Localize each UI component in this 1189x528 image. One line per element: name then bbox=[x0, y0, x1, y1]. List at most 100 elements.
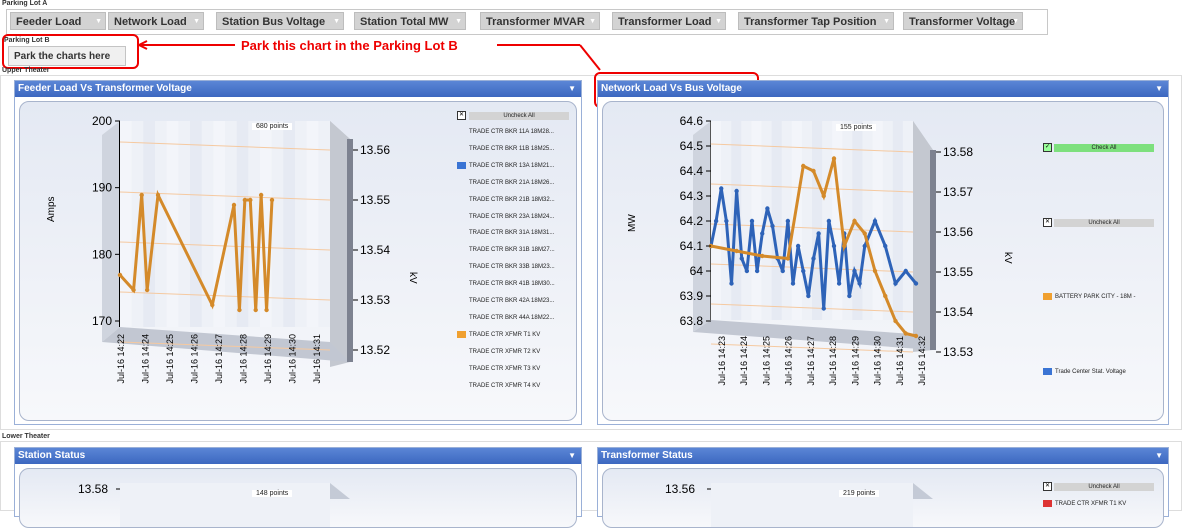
legend-item[interactable]: TRADE CTR XFMR T3 KV bbox=[457, 365, 540, 372]
data-point bbox=[724, 218, 729, 224]
legend-swatch bbox=[457, 330, 466, 338]
data-point bbox=[729, 281, 734, 286]
panel-title: Station Status bbox=[18, 450, 86, 461]
data-point bbox=[893, 281, 898, 286]
dropdown-arrow-icon[interactable]: ▼ bbox=[568, 81, 576, 97]
legend-label: TRADE CTR BKR 11B 18M25... bbox=[469, 145, 555, 152]
dropdown-arrow-icon[interactable]: ▼ bbox=[589, 13, 596, 31]
legend-item[interactable]: TRADE CTR BKR 21A 18M26... bbox=[457, 179, 554, 186]
legend-item[interactable]: TRADE CTR BKR 31B 18M27... bbox=[457, 246, 555, 253]
y-tick-label: 64.4 bbox=[680, 164, 704, 178]
legend-item[interactable]: TRADE CTR XFMR T1 KV bbox=[457, 330, 540, 338]
dropdown-arrow-icon[interactable]: ▼ bbox=[455, 13, 462, 31]
station-status-panel[interactable]: Station Status ▼ 13.58 148 points bbox=[14, 447, 582, 528]
y-tick-label: 170 bbox=[92, 314, 112, 328]
dropdown-arrow-icon[interactable]: ▼ bbox=[1155, 81, 1163, 97]
dropdown-arrow-icon[interactable]: ▼ bbox=[1012, 13, 1019, 31]
y-tick-label: 13.58 bbox=[78, 482, 109, 496]
dropdown-arrow-icon[interactable]: ▼ bbox=[568, 448, 576, 464]
data-point bbox=[785, 256, 791, 261]
y-axis-label-left: MW bbox=[627, 214, 638, 232]
panel-title: Transformer Status bbox=[601, 450, 693, 461]
data-point bbox=[883, 243, 888, 249]
legend-label: TRADE CTR BKR 11A 18M28... bbox=[469, 129, 554, 136]
data-point bbox=[258, 192, 264, 198]
legend-item[interactable]: BATTERY PARK CITY - 18M - bbox=[1043, 293, 1135, 300]
legend-swatch bbox=[457, 229, 466, 236]
uncheck-all-button[interactable]: Uncheck All bbox=[1054, 483, 1154, 491]
y2-tick-label: 13.55 bbox=[360, 193, 390, 207]
data-point bbox=[210, 302, 215, 308]
y2-tick-label: 13.57 bbox=[943, 185, 973, 199]
parking-lot-a-tab[interactable]: Transformer Tap Position ▼ bbox=[738, 12, 894, 30]
network-load-panel[interactable]: Network Load Vs Bus Voltage ▼ 64.6 64.5 64… bbox=[597, 80, 1169, 425]
parking-lot-a-tab[interactable]: Network Load ▼ bbox=[108, 12, 204, 30]
parking-lot-a-tab[interactable]: Station Bus Voltage ▼ bbox=[216, 12, 344, 30]
y2-tick-label: 13.56 bbox=[943, 225, 973, 239]
uncheck-all-checkbox[interactable]: ✕ bbox=[1043, 218, 1052, 227]
uncheck-all-button[interactable]: Uncheck All bbox=[1054, 219, 1154, 227]
legend-item[interactable]: Trade Center Stat. Voltage bbox=[1043, 368, 1126, 375]
legend-item[interactable]: TRADE CTR BKR 11A 18M28... bbox=[457, 128, 554, 135]
panel-title-bar[interactable]: Feeder Load Vs Transformer Voltage ▼ bbox=[15, 81, 581, 97]
parking-lot-a-tab[interactable]: Station Total MW ▼ bbox=[354, 12, 466, 30]
legend-item[interactable]: TRADE CTR BKR 42A 18M23... bbox=[457, 297, 554, 304]
panel-title-bar[interactable]: Station Status ▼ bbox=[15, 448, 581, 464]
dropdown-arrow-icon[interactable]: ▼ bbox=[883, 13, 890, 31]
grid-band bbox=[190, 121, 202, 327]
legend-item[interactable]: TRADE CTR BKR 11B 18M25... bbox=[457, 145, 554, 152]
data-point bbox=[852, 268, 857, 274]
check-all-checkbox[interactable]: ✓ bbox=[1043, 143, 1052, 152]
x-tick-label: Jul-16 14:31 bbox=[312, 334, 322, 384]
x-tick-label: Jul-16 14:31 bbox=[895, 336, 905, 386]
tab-label: Station Bus Voltage bbox=[222, 16, 326, 28]
dropdown-arrow-icon[interactable]: ▼ bbox=[333, 13, 340, 31]
legend-swatch bbox=[457, 280, 466, 287]
dropdown-arrow-icon[interactable]: ▼ bbox=[95, 13, 102, 31]
legend-swatch bbox=[457, 314, 466, 321]
legend-item[interactable]: TRADE CTR BKR 44A 18M22... bbox=[457, 314, 554, 321]
uncheck-all-checkbox[interactable]: ✕ bbox=[457, 111, 466, 120]
panel-title-bar[interactable]: Transformer Status ▼ bbox=[598, 448, 1168, 464]
legend-label: TRADE CTR BKR 44A 18M22... bbox=[469, 314, 555, 321]
panel-title-bar[interactable]: Network Load Vs Bus Voltage ▼ bbox=[598, 81, 1168, 97]
dropdown-arrow-icon[interactable]: ▼ bbox=[715, 13, 722, 31]
feeder-load-panel[interactable]: Feeder Load Vs Transformer Voltage ▼ 200… bbox=[14, 80, 582, 425]
dropdown-arrow-icon[interactable]: ▼ bbox=[193, 13, 200, 31]
x-tick-label: Jul-16 14:30 bbox=[288, 334, 298, 384]
legend-item[interactable]: TRADE CTR BKR 13A 18M21... bbox=[457, 161, 554, 169]
legend-item[interactable]: TRADE CTR BKR 33B 18M23... bbox=[457, 263, 555, 270]
transformer-status-panel[interactable]: Transformer Status ▼ 13.56 219 points ✕ … bbox=[597, 447, 1169, 528]
data-point bbox=[795, 243, 801, 249]
data-point bbox=[144, 287, 150, 293]
data-point bbox=[821, 306, 826, 311]
dropdown-arrow-icon[interactable]: ▼ bbox=[1155, 448, 1163, 464]
data-point bbox=[842, 243, 847, 249]
data-point bbox=[806, 293, 811, 299]
parking-lot-a-tab[interactable]: Feeder Load ▼ bbox=[10, 12, 106, 30]
legend-item[interactable]: TRADE CTR BKR 31A 18M31... bbox=[457, 229, 554, 236]
tab-label: Transformer Tap Position bbox=[744, 16, 877, 28]
legend-item[interactable]: TRADE CTR BKR 21B 18M32... bbox=[457, 196, 555, 203]
legend-swatch bbox=[457, 297, 466, 304]
uncheck-all-checkbox[interactable]: ✕ bbox=[1043, 482, 1052, 491]
y2-tick-label: 13.58 bbox=[943, 145, 973, 159]
data-point bbox=[155, 192, 161, 198]
parking-lot-a-tab[interactable]: Transformer MVAR ▼ bbox=[480, 12, 600, 30]
data-point bbox=[790, 281, 796, 286]
legend-item[interactable]: TRADE CTR XFMR T2 KV bbox=[457, 348, 540, 355]
legend-item[interactable]: TRADE CTR XFMR T4 KV bbox=[457, 382, 540, 389]
parking-lot-a-tab[interactable]: Transformer Load ▼ bbox=[612, 12, 726, 30]
uncheck-all-button[interactable]: Uncheck All bbox=[469, 112, 569, 120]
legend-item[interactable]: TRADE CTR BKR 23A 18M24... bbox=[457, 213, 554, 220]
chart-area: 64.6 64.5 64.4 64.3 64.2 64.1 64 63.9 63.8 13.58… bbox=[602, 101, 1164, 421]
check-all-button[interactable]: Check All bbox=[1054, 144, 1154, 152]
legend-label: Trade Center Stat. Voltage bbox=[1055, 369, 1126, 376]
parking-lot-a-tab[interactable]: Transformer Voltage ▼ bbox=[903, 12, 1023, 30]
legend-item[interactable]: TRADE CTR BKR 41B 18M30... bbox=[457, 280, 555, 287]
data-point bbox=[903, 268, 908, 274]
parking-lot-a-label: Parking Lot A bbox=[2, 0, 48, 7]
y-tick-label: 64.1 bbox=[680, 239, 704, 253]
data-point bbox=[739, 256, 744, 261]
legend-label: TRADE CTR BKR 42A 18M23... bbox=[469, 298, 555, 305]
